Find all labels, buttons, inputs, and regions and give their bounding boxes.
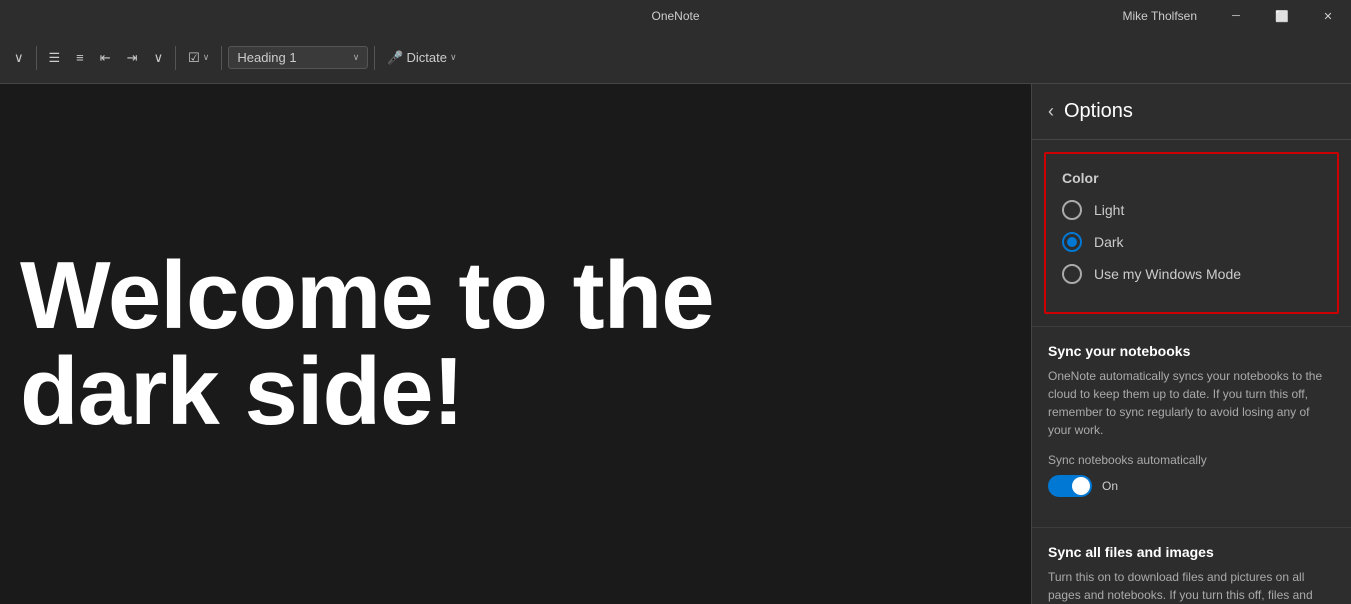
sync-notebooks-title: Sync your notebooks	[1048, 343, 1335, 359]
window-controls: ─ ⬜ ✕	[1213, 0, 1351, 32]
toolbar-separator-3	[221, 46, 222, 70]
radio-dark-inner	[1067, 237, 1077, 247]
sync-files-title: Sync all files and images	[1048, 544, 1335, 560]
color-option-light[interactable]: Light	[1062, 200, 1321, 220]
close-button[interactable]: ✕	[1305, 0, 1351, 32]
checkbox-icon: ☑	[188, 50, 200, 66]
toggle-thumb	[1072, 477, 1090, 495]
title-bar-right: Mike Tholfsen ─ ⬜ ✕	[1107, 0, 1351, 32]
indent-button[interactable]: ⇥	[121, 46, 144, 70]
options-panel: ‹ Options Color Light Dark	[1031, 84, 1351, 604]
sync-files-section: Sync all files and images Turn this on t…	[1032, 527, 1351, 604]
color-option-windows[interactable]: Use my Windows Mode	[1062, 264, 1321, 284]
radio-light-outer	[1062, 200, 1082, 220]
sync-toggle-row: On	[1048, 475, 1335, 497]
sync-notebooks-section: Sync your notebooks OneNote automaticall…	[1032, 326, 1351, 527]
bullet-list-icon: ☰	[49, 50, 61, 66]
outdent-icon: ⇤	[100, 50, 111, 66]
heading-style-label: Heading 1	[237, 50, 296, 65]
more-button[interactable]: ∨	[148, 46, 170, 70]
dictate-button[interactable]: 🎤 Dictate ∨	[381, 46, 462, 70]
sync-notebooks-description: OneNote automatically syncs your noteboo…	[1048, 367, 1335, 439]
options-title: Options	[1064, 100, 1133, 123]
note-area[interactable]: Welcome to the dark side!	[0, 84, 1031, 604]
color-section-label: Color	[1062, 170, 1321, 186]
welcome-line1: Welcome to the	[20, 248, 714, 344]
bullet-list-button[interactable]: ☰	[43, 46, 67, 70]
toolbar-separator-1	[36, 46, 37, 70]
app-title: OneNote	[651, 9, 699, 23]
toolbar-separator-4	[374, 46, 375, 70]
dictate-chevron-icon: ∨	[450, 52, 457, 63]
toolbar: ∨ ☰ ≡ ⇤ ⇥ ∨ ☑ ∨ Heading 1 ∨ 🎤 Dictate ∨	[0, 32, 1351, 84]
color-option-dark[interactable]: Dark	[1062, 232, 1321, 252]
heading-style-dropdown[interactable]: Heading 1 ∨	[228, 46, 368, 69]
numbered-list-icon: ≡	[76, 50, 84, 65]
checkbox-button[interactable]: ☑ ∨	[182, 46, 215, 70]
more-icon: ∨	[154, 50, 164, 66]
color-section: Color Light Dark Use my Windows Mode	[1044, 152, 1339, 314]
back-arrow-icon[interactable]: ‹	[1048, 101, 1054, 122]
sync-on-label: On	[1102, 479, 1118, 493]
checkbox-chevron-icon: ∨	[203, 52, 210, 63]
microphone-icon: 🎤	[387, 50, 403, 66]
options-header: ‹ Options	[1032, 84, 1351, 140]
sync-auto-label: Sync notebooks automatically	[1048, 453, 1335, 467]
maximize-button[interactable]: ⬜	[1259, 0, 1305, 32]
radio-light-label: Light	[1094, 202, 1124, 218]
sync-toggle[interactable]	[1048, 475, 1092, 497]
heading-style-chevron-icon: ∨	[353, 52, 360, 63]
minimize-button[interactable]: ─	[1213, 0, 1259, 32]
welcome-text: Welcome to the dark side!	[20, 248, 714, 440]
main-area: Welcome to the dark side! ‹ Options Colo…	[0, 84, 1351, 604]
welcome-line2: dark side!	[20, 344, 714, 440]
numbered-list-button[interactable]: ≡	[70, 46, 90, 69]
toolbar-separator-2	[175, 46, 176, 70]
radio-dark-label: Dark	[1094, 234, 1124, 250]
chevron-down-icon: ∨	[14, 50, 24, 66]
sync-files-description: Turn this on to download files and pictu…	[1048, 568, 1335, 604]
title-bar: OneNote Mike Tholfsen ─ ⬜ ✕	[0, 0, 1351, 32]
radio-dark-outer	[1062, 232, 1082, 252]
radio-windows-label: Use my Windows Mode	[1094, 266, 1241, 282]
user-name: Mike Tholfsen	[1107, 9, 1213, 23]
radio-windows-outer	[1062, 264, 1082, 284]
indent-icon: ⇥	[127, 50, 138, 66]
dictate-label: Dictate	[407, 50, 447, 65]
outdent-button[interactable]: ⇤	[94, 46, 117, 70]
styles-dropdown-button[interactable]: ∨	[8, 46, 30, 70]
